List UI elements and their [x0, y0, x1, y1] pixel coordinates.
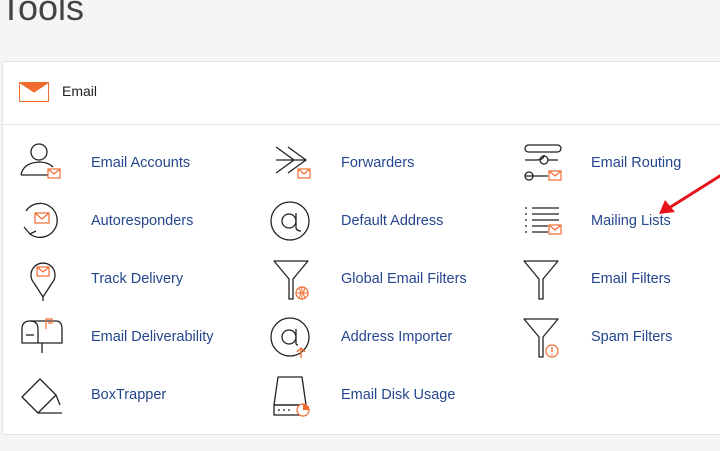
spam-filters-link[interactable]: Spam Filters — [518, 317, 720, 358]
globe-filter-icon — [273, 260, 309, 300]
item-label: Email Disk Usage — [341, 387, 456, 403]
disk-usage-icon — [273, 376, 310, 417]
mailbox-icon — [21, 318, 63, 353]
envelope-icon — [19, 82, 49, 102]
item-label: Track Delivery — [91, 271, 184, 287]
list-mail-icon — [525, 207, 562, 235]
location-pin-icon — [30, 262, 56, 301]
item-label: Email Accounts — [91, 155, 191, 171]
default-address-link[interactable]: Default Address — [268, 201, 508, 241]
boxtrapper-icon — [21, 378, 62, 414]
forwarders-link[interactable]: Forwarders — [268, 143, 508, 183]
item-label: Autoresponders — [91, 213, 194, 229]
track-delivery-link[interactable]: Track Delivery — [18, 259, 258, 301]
item-label: Default Address — [341, 213, 444, 229]
email-panel-header[interactable]: Email — [3, 62, 720, 125]
annotation-arrow-icon — [659, 174, 720, 214]
item-label: Email Routing — [591, 155, 682, 171]
item-label: Address Importer — [341, 329, 453, 345]
at-sign-icon — [270, 201, 310, 241]
email-deliverability-link[interactable]: Email Deliverability — [18, 317, 258, 357]
at-upload-icon — [270, 317, 310, 358]
item-label: BoxTrapper — [91, 387, 167, 403]
email-tools-grid: Email Accounts Forwarders Email Routing … — [3, 125, 720, 425]
item-label: Email Deliverability — [91, 329, 214, 345]
address-importer-link[interactable]: Address Importer — [268, 317, 508, 358]
item-label: Email Filters — [591, 271, 671, 287]
global-email-filters-link[interactable]: Global Email Filters — [268, 259, 508, 300]
item-label: Forwarders — [341, 155, 415, 171]
email-disk-usage-link[interactable]: Email Disk Usage — [268, 375, 508, 417]
email-panel: Email Email Accounts Forwarders Email Ro… — [2, 61, 720, 435]
item-label: Spam Filters — [591, 329, 673, 345]
boxtrapper-link[interactable]: BoxTrapper — [18, 375, 258, 415]
spam-filter-icon — [523, 318, 559, 358]
forward-arrow-icon — [275, 146, 311, 179]
section-title: Email — [62, 83, 98, 99]
autoresponders-link[interactable]: Autoresponders — [18, 201, 258, 241]
email-accounts-link[interactable]: Email Accounts — [18, 143, 258, 183]
routing-icon — [524, 144, 562, 181]
autoresponder-icon — [23, 202, 58, 239]
user-mail-icon — [20, 143, 61, 179]
email-filters-link[interactable]: Email Filters — [518, 259, 720, 300]
filter-icon — [523, 260, 559, 300]
page-title: Tools — [0, 0, 85, 28]
item-label: Global Email Filters — [341, 271, 467, 287]
